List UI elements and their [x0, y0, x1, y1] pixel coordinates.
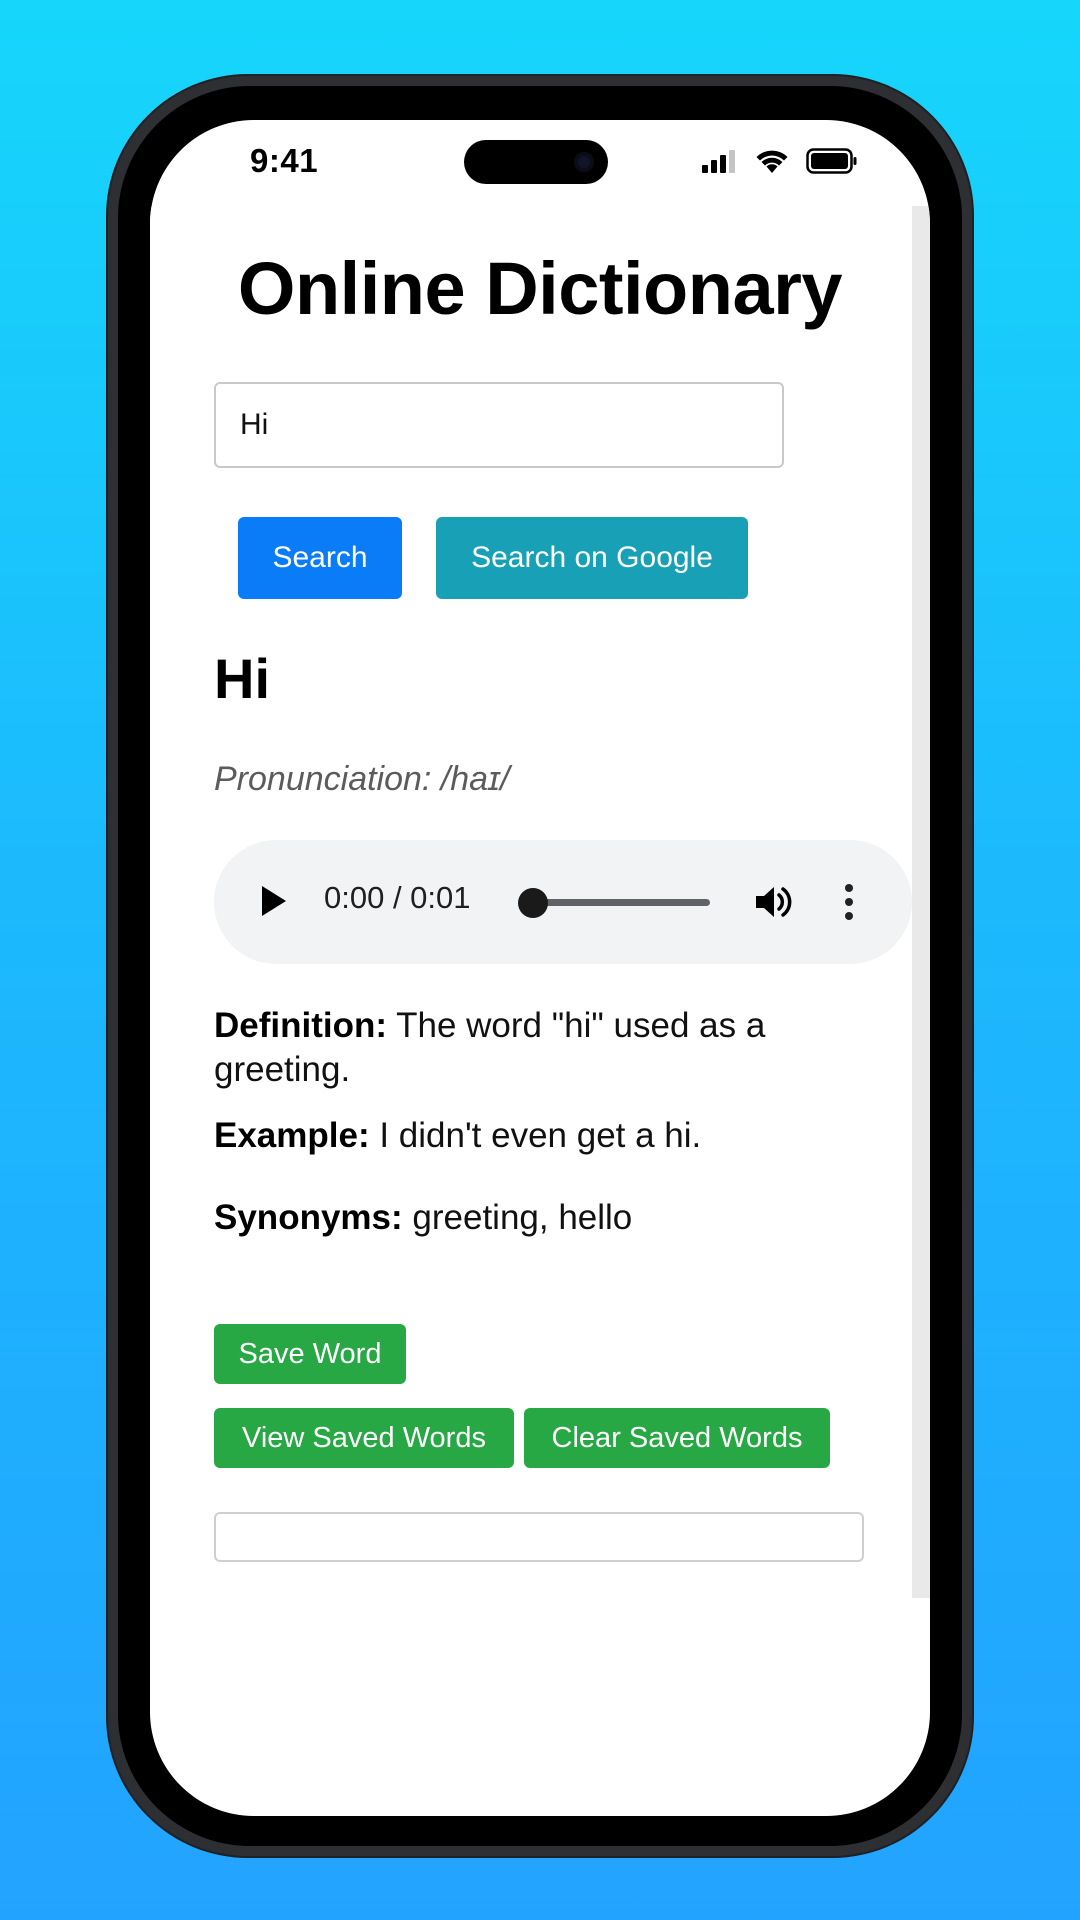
search-input[interactable] — [214, 382, 784, 468]
search-google-button[interactable]: Search on Google — [436, 517, 748, 599]
example: Example: I didn't even get a hi. — [214, 1114, 854, 1158]
audio-seek-bar[interactable] — [532, 899, 710, 906]
status-icons — [702, 146, 858, 176]
definition-label: Definition: — [214, 1006, 388, 1045]
saved-words-list — [214, 1512, 864, 1562]
save-word-button[interactable]: Save Word — [214, 1324, 406, 1384]
cellular-signal-icon — [702, 150, 735, 173]
audio-time: 0:00 / 0:01 — [324, 880, 471, 915]
play-icon[interactable] — [262, 886, 286, 916]
audio-seek-thumb[interactable] — [518, 888, 548, 918]
status-time: 9:41 — [250, 142, 319, 179]
view-saved-words-button[interactable]: View Saved Words — [214, 1408, 514, 1468]
clear-saved-words-button[interactable]: Clear Saved Words — [524, 1408, 830, 1468]
webview: Online Dictionary Search Search on Googl… — [150, 206, 930, 1598]
example-label: Example: — [214, 1116, 370, 1155]
example-text: I didn't even get a hi. — [379, 1116, 702, 1155]
battery-icon — [806, 148, 857, 174]
search-button[interactable]: Search — [238, 517, 402, 599]
dynamic-island — [464, 140, 608, 184]
phone-screen: 9:41 Online Dictionary Search — [150, 120, 930, 1816]
page-title: Online Dictionary — [237, 247, 843, 330]
synonyms-label: Synonyms: — [214, 1198, 403, 1237]
pronunciation: Pronunciation: /haɪ/ — [214, 760, 510, 798]
wifi-icon — [756, 150, 788, 173]
page: Online Dictionary Search Search on Googl… — [150, 206, 912, 1598]
front-camera — [574, 152, 594, 172]
synonyms-text: greeting, hello — [412, 1198, 633, 1237]
audio-player: 0:00 / 0:01 — [214, 840, 912, 964]
volume-icon[interactable] — [754, 883, 794, 921]
word-heading: Hi — [214, 647, 270, 710]
synonyms: Synonyms: greeting, hello — [214, 1196, 854, 1240]
definition: Definition: The word "hi" used as a gree… — [214, 1004, 854, 1092]
more-options-icon[interactable] — [844, 884, 854, 922]
